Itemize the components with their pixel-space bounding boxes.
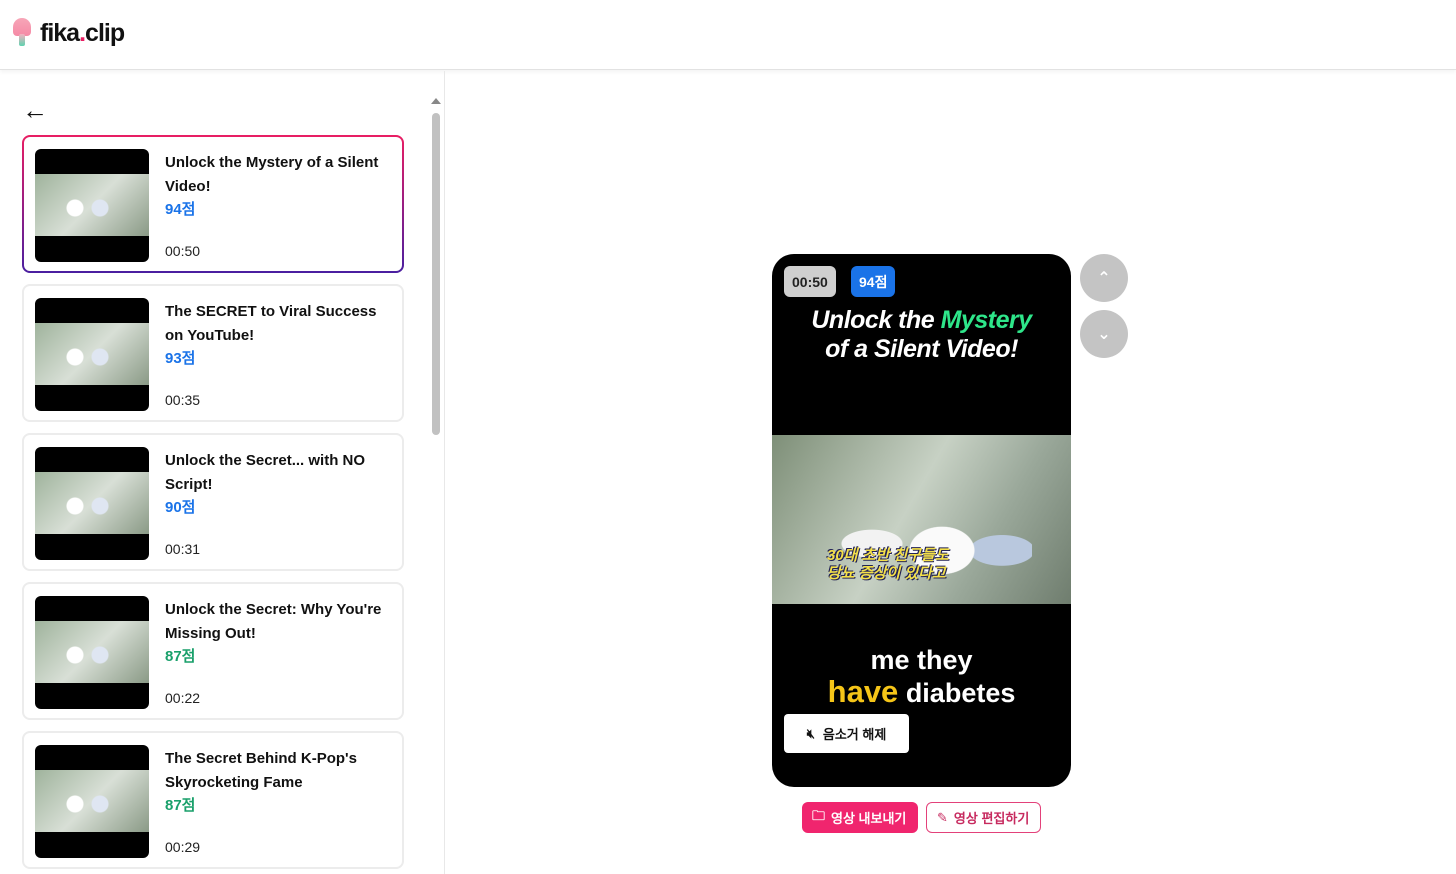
folder-download-icon: 🗀︎ bbox=[812, 807, 826, 823]
export-video-button[interactable]: 🗀︎ 영상 내보내기 bbox=[802, 802, 918, 833]
header: fika.clip bbox=[0, 0, 1456, 70]
frame-subtitle: 30대 초반 친구들도 당뇨 증상이 있다고 bbox=[827, 547, 949, 582]
clip-duration: 00:31 bbox=[165, 541, 201, 557]
clip-card[interactable]: Unlock the Secret: Why You're Missing Ou… bbox=[22, 582, 404, 720]
clip-duration: 00:35 bbox=[165, 392, 201, 408]
pencil-icon: ✎ bbox=[937, 809, 948, 825]
video-frame: 30대 초반 친구들도 당뇨 증상이 있다고 bbox=[772, 435, 1071, 604]
previous-clip-button[interactable]: ⌃ bbox=[1080, 254, 1128, 302]
scrollbar-thumb[interactable] bbox=[432, 113, 440, 435]
chevron-down-icon: ⌄ bbox=[1097, 326, 1111, 343]
video-player[interactable]: 00:50 94점 Unlock the Mystery of a Silent … bbox=[772, 254, 1071, 787]
clip-card[interactable]: The SECRET to Viral Success on YouTube! … bbox=[22, 284, 404, 422]
unmute-button[interactable]: 🔇︎ 음소거 해제 bbox=[784, 714, 909, 753]
clip-score: 93점 bbox=[165, 350, 196, 367]
clip-duration: 00:29 bbox=[165, 839, 201, 855]
clip-list-panel: ← Unlock the Mystery of a Silent Video! … bbox=[0, 71, 445, 874]
clip-thumbnail bbox=[35, 447, 149, 560]
edit-video-button[interactable]: ✎ 영상 편집하기 bbox=[926, 802, 1041, 833]
clip-thumbnail bbox=[35, 596, 149, 709]
back-button[interactable]: ← bbox=[22, 95, 48, 126]
clip-title: Unlock the Secret... with NO Script! bbox=[165, 452, 366, 493]
scroll-up-arrow[interactable] bbox=[431, 98, 441, 104]
clip-title: Unlock the Mystery of a Silent Video! bbox=[165, 154, 379, 195]
next-clip-button[interactable]: ⌄ bbox=[1080, 310, 1128, 358]
clip-thumbnail bbox=[35, 149, 149, 262]
clip-score: 90점 bbox=[165, 499, 196, 516]
clip-score: 87점 bbox=[165, 648, 196, 665]
export-label: 영상 내보내기 bbox=[831, 811, 907, 826]
duration-badge: 00:50 bbox=[784, 266, 836, 297]
clip-thumbnail bbox=[35, 298, 149, 411]
clip-thumbnail bbox=[35, 745, 149, 858]
clip-title: The Secret Behind K-Pop's Skyrocketing F… bbox=[165, 750, 357, 791]
logo[interactable]: fika.clip bbox=[12, 18, 125, 48]
clip-duration: 00:50 bbox=[165, 243, 201, 259]
caption-overlay: me they have diabetes bbox=[827, 645, 1016, 709]
clip-score: 87점 bbox=[165, 797, 196, 814]
chevron-up-icon: ⌃ bbox=[1097, 270, 1111, 287]
clip-title: Unlock the Secret: Why You're Missing Ou… bbox=[165, 601, 382, 642]
clip-title: The SECRET to Viral Success on YouTube! bbox=[165, 303, 377, 344]
edit-label: 영상 편집하기 bbox=[953, 811, 1030, 826]
clip-card[interactable]: Unlock the Secret... with NO Script! 90점… bbox=[22, 433, 404, 571]
video-title-overlay: Unlock the Mystery of a Silent Video! bbox=[811, 306, 1032, 363]
clip-card[interactable]: Unlock the Mystery of a Silent Video! 94… bbox=[22, 135, 404, 273]
popsicle-logo-icon bbox=[12, 18, 32, 48]
clip-score: 94점 bbox=[165, 201, 196, 218]
logo-text: fika.clip bbox=[40, 18, 125, 47]
arrow-left-icon: ← bbox=[22, 95, 48, 125]
score-badge: 94점 bbox=[851, 266, 896, 297]
unmute-label: 음소거 해제 bbox=[822, 727, 887, 742]
clip-card[interactable]: The Secret Behind K-Pop's Skyrocketing F… bbox=[22, 731, 404, 869]
clip-duration: 00:22 bbox=[165, 690, 201, 706]
muted-speaker-icon: 🔇︎ bbox=[806, 725, 815, 741]
